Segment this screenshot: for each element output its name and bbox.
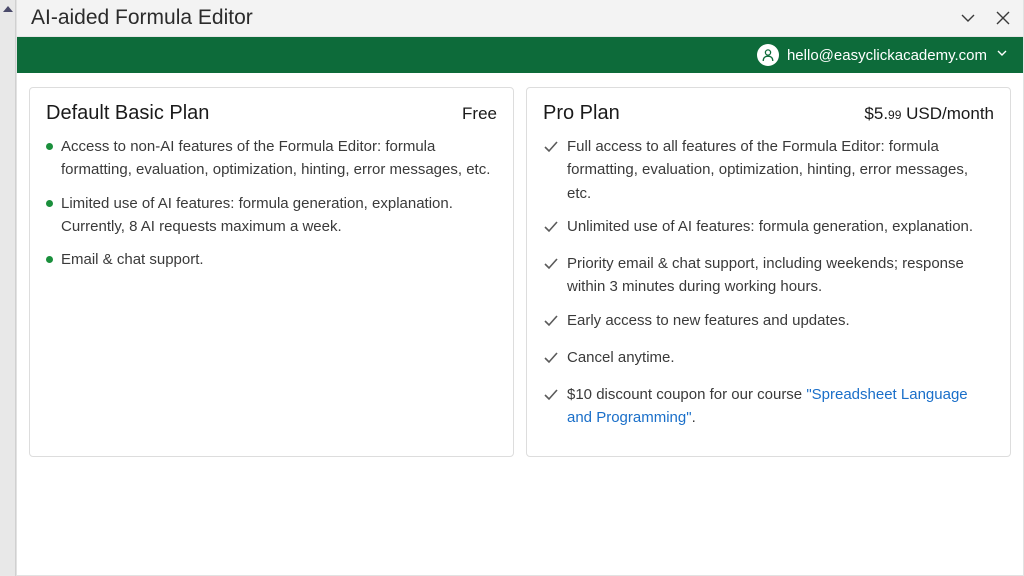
basic-plan-card: Default Basic Plan Free Access to non-AI… bbox=[29, 87, 514, 457]
check-icon bbox=[543, 387, 559, 430]
list-item: Access to non-AI features of the Formula… bbox=[46, 135, 497, 182]
list-item: Email & chat support. bbox=[46, 248, 497, 271]
bullet-icon bbox=[46, 143, 53, 150]
pro-plan-price: $5.99 USD/month bbox=[864, 104, 994, 124]
list-item: Full access to all features of the Formu… bbox=[543, 135, 994, 205]
feature-text: Full access to all features of the Formu… bbox=[567, 135, 994, 205]
list-item: Early access to new features and updates… bbox=[543, 309, 994, 336]
titlebar: AI-aided Formula Editor bbox=[17, 0, 1023, 37]
check-icon bbox=[543, 350, 559, 373]
basic-plan-name: Default Basic Plan bbox=[46, 102, 209, 125]
user-avatar-icon bbox=[757, 44, 779, 66]
list-item: Unlimited use of AI features: formula ge… bbox=[543, 215, 994, 242]
minimize-icon[interactable] bbox=[959, 9, 977, 27]
chevron-down-icon bbox=[995, 46, 1009, 65]
bullet-icon bbox=[46, 256, 53, 263]
list-item: $10 discount coupon for our course "Spre… bbox=[543, 383, 994, 430]
pro-plan-name: Pro Plan bbox=[543, 102, 620, 125]
feature-text: Unlimited use of AI features: formula ge… bbox=[567, 215, 973, 242]
basic-plan-price: Free bbox=[462, 104, 497, 124]
window-title: AI-aided Formula Editor bbox=[31, 6, 253, 30]
feature-text: Priority email & chat support, including… bbox=[567, 252, 994, 299]
feature-text: Limited use of AI features: formula gene… bbox=[61, 192, 497, 239]
plans-container: Default Basic Plan Free Access to non-AI… bbox=[17, 73, 1023, 471]
list-item: Priority email & chat support, including… bbox=[543, 252, 994, 299]
app-window: AI-aided Formula Editor hello@easyclicka… bbox=[16, 0, 1024, 576]
feature-text: $10 discount coupon for our course "Spre… bbox=[567, 383, 994, 430]
left-strip bbox=[0, 0, 16, 576]
user-email: hello@easyclickacademy.com bbox=[787, 47, 987, 64]
list-item: Limited use of AI features: formula gene… bbox=[46, 192, 497, 239]
check-icon bbox=[543, 139, 559, 205]
window-controls bbox=[959, 9, 1011, 27]
check-icon bbox=[543, 313, 559, 336]
feature-text: Cancel anytime. bbox=[567, 346, 675, 373]
user-menu[interactable]: hello@easyclickacademy.com bbox=[757, 44, 1009, 66]
feature-text: Early access to new features and updates… bbox=[567, 309, 850, 336]
list-item: Cancel anytime. bbox=[543, 346, 994, 373]
check-icon bbox=[543, 256, 559, 299]
check-icon bbox=[543, 219, 559, 242]
bullet-icon bbox=[46, 200, 53, 207]
pro-plan-card: Pro Plan $5.99 USD/month Full access to … bbox=[526, 87, 1011, 457]
header-bar: hello@easyclickacademy.com bbox=[17, 37, 1023, 73]
feature-text: Email & chat support. bbox=[61, 248, 204, 271]
close-icon[interactable] bbox=[995, 10, 1011, 26]
feature-text: Access to non-AI features of the Formula… bbox=[61, 135, 497, 182]
scroll-up-icon[interactable] bbox=[3, 6, 13, 12]
